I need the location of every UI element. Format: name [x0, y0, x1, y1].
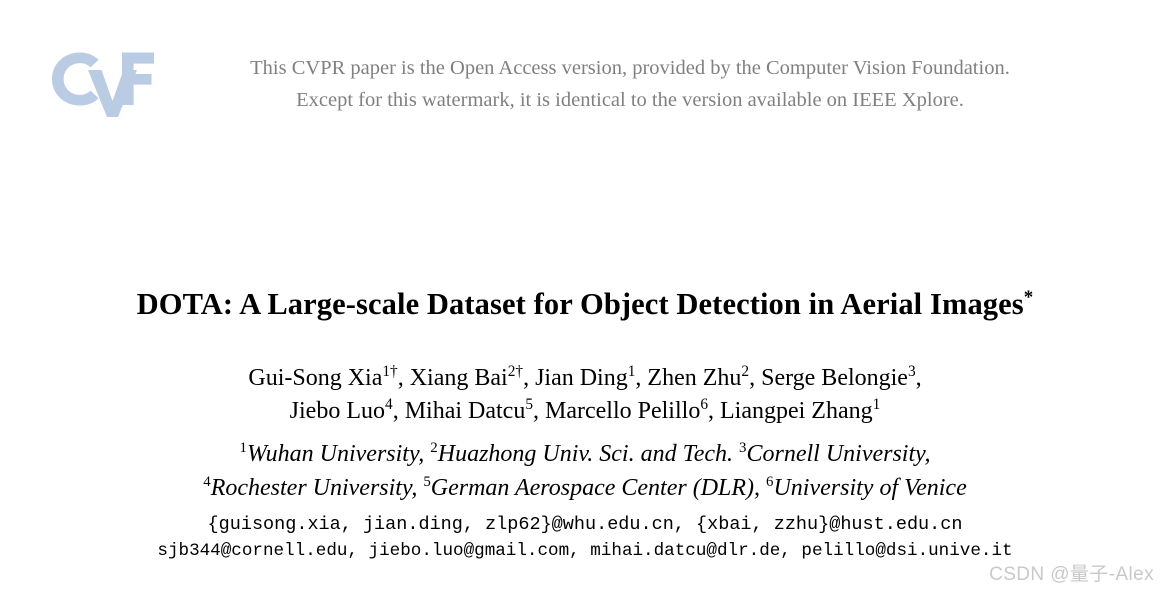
author-name: Serge Belongie	[761, 365, 908, 391]
csdn-watermark: CSDN @量子-Alex	[989, 564, 1154, 585]
author-affiliation-marker: 2†	[507, 363, 524, 380]
author-line-1: Gui-Song Xia1†, Xiang Bai2†, Jian Ding1,…	[0, 362, 1170, 395]
affiliation-marker: 5	[423, 474, 431, 490]
affiliation-line-1: 1Wuhan University, 2Huazhong Univ. Sci. …	[0, 437, 1170, 471]
author-affiliation-marker: 1	[872, 396, 881, 413]
author-affiliation-marker: 1†	[382, 363, 398, 380]
affiliation-name: German Aerospace Center (DLR)	[430, 475, 755, 501]
author-affiliation-marker: 2	[741, 363, 750, 380]
affiliation-line-2: 4Rochester University, 5German Aerospace…	[0, 471, 1170, 505]
affiliation-name: Huazhong Univ. Sci. and Tech.	[437, 441, 734, 467]
author-affiliation-marker: 5	[525, 396, 534, 413]
author-affiliation-marker: 3	[907, 363, 916, 380]
author-name: Mihai Datcu	[404, 398, 526, 424]
paper-head: DOTA: A Large-scale Dataset for Object D…	[0, 0, 1170, 594]
author-separator: ,	[533, 398, 546, 424]
title-footnote-marker: *	[1023, 287, 1034, 309]
affiliation-name: University of Venice	[773, 475, 967, 501]
author-name: Jiebo Luo	[289, 398, 385, 424]
page-title: DOTA: A Large-scale Dataset for Object D…	[0, 285, 1170, 323]
author-separator: ,	[915, 365, 922, 391]
author-line-2: Jiebo Luo4, Mihai Datcu5, Marcello Pelil…	[0, 395, 1170, 428]
author-separator: ,	[708, 398, 720, 424]
author-name: Liangpei Zhang	[720, 398, 873, 424]
author-separator: ,	[749, 365, 762, 391]
affiliation-separator: ,	[418, 441, 431, 467]
affiliation-list: 1Wuhan University, 2Huazhong Univ. Sci. …	[0, 437, 1170, 505]
affiliation-separator: ,	[754, 475, 767, 501]
author-separator: ,	[523, 365, 536, 391]
author-separator: ,	[397, 365, 410, 391]
email-line-1: {guisong.xia, jian.ding, zlp62}@whu.edu.…	[207, 514, 963, 535]
affiliation-marker: 2	[430, 440, 438, 456]
author-affiliation-marker: 4	[385, 396, 393, 413]
affiliation-marker: 4	[203, 474, 211, 490]
email-list: {guisong.xia, jian.ding, zlp62}@whu.edu.…	[0, 511, 1170, 565]
author-name: Jian Ding	[535, 365, 628, 391]
affiliation-marker: 1	[239, 440, 247, 456]
author-name: Xiang Bai	[409, 365, 508, 391]
author-separator: ,	[392, 398, 405, 424]
author-name: Gui-Song Xia	[248, 365, 383, 391]
paper-title-text: DOTA: A Large-scale Dataset for Object D…	[136, 287, 1024, 322]
author-list: Gui-Song Xia1†, Xiang Bai2†, Jian Ding 1,…	[0, 362, 1170, 428]
affiliation-separator: ,	[411, 475, 424, 501]
author-affiliation-marker: 6	[700, 396, 708, 413]
author-name: Marcello Pelillo	[545, 398, 701, 424]
affiliation-name: Wuhan University	[246, 441, 419, 467]
affiliation-name: Rochester University	[210, 475, 412, 501]
author-name: Zhen Zhu	[647, 365, 742, 391]
affiliation-separator: ,	[924, 441, 931, 467]
author-separator: ,	[635, 365, 648, 391]
affiliation-name: Cornell University	[746, 441, 925, 467]
